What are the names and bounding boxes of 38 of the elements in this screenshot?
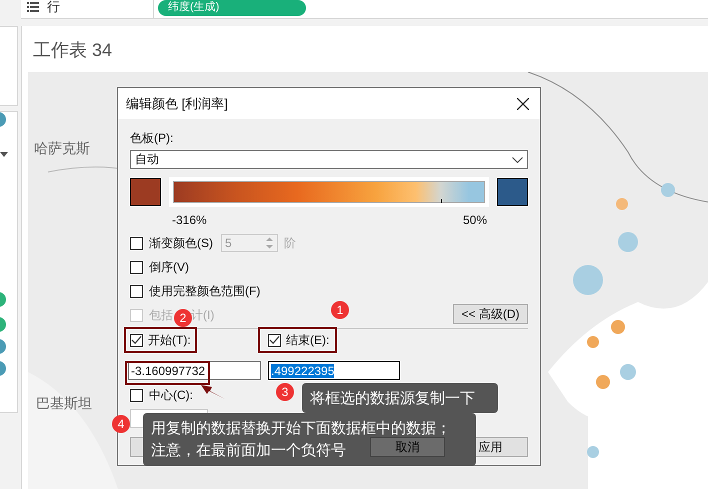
palette-dropdown[interactable]: 自动 [130, 150, 528, 169]
steps-unit: 阶 [284, 234, 296, 252]
checkbox[interactable] [130, 334, 143, 346]
range-max-label: 50% [462, 213, 487, 228]
map-label: 哈萨克斯 [34, 140, 90, 158]
option-label: 倒序(V) [149, 258, 189, 276]
ok-button[interactable] [130, 437, 144, 457]
list-icon [27, 2, 39, 12]
shelf-label: 行 [47, 0, 60, 16]
option-label: 渐变颜色(S) [149, 234, 213, 252]
checkbox[interactable] [268, 334, 281, 346]
option-label: 计(I) [191, 306, 214, 324]
checkbox[interactable] [130, 284, 143, 298]
range-min-label: -316% [172, 213, 207, 228]
option-label: 使用完整颜色范围(F) [149, 282, 260, 300]
caret-icon [512, 156, 523, 162]
dialog-title: 编辑颜色 [利润率] [126, 94, 228, 112]
callout-text: 注意，在最前面加一个负符号 [151, 440, 346, 460]
start-label: 开始(T): [148, 332, 191, 348]
checkbox[interactable] [130, 388, 143, 402]
end-input-field[interactable]: .499222395 [268, 361, 400, 380]
checkbox[interactable] [130, 236, 143, 250]
start-input-field[interactable]: -3.160997732 [128, 361, 261, 380]
center-label: 中心(C): [149, 386, 193, 404]
map-label: 巴基斯坦 [36, 395, 92, 413]
start-color-swatch[interactable] [130, 178, 161, 206]
caret-icon[interactable] [0, 152, 8, 157]
callout-text: 将框选的数据源复制一下 [310, 388, 475, 408]
close-icon[interactable] [517, 98, 529, 110]
advanced-button[interactable]: << 高级(D) [453, 304, 528, 324]
option-label: 包括 [149, 306, 173, 324]
checkbox[interactable] [130, 260, 143, 274]
end-color-swatch[interactable] [497, 178, 528, 206]
dialog-button[interactable]: 取消 [370, 437, 445, 457]
palette-label: 色板(P): [130, 130, 174, 147]
end-label: 结束(E): [286, 332, 330, 348]
sheet-title: 工作表 34 [32, 39, 114, 60]
callout-text: 用复制的数据替换开始下面数据框中的数据； [151, 418, 451, 438]
